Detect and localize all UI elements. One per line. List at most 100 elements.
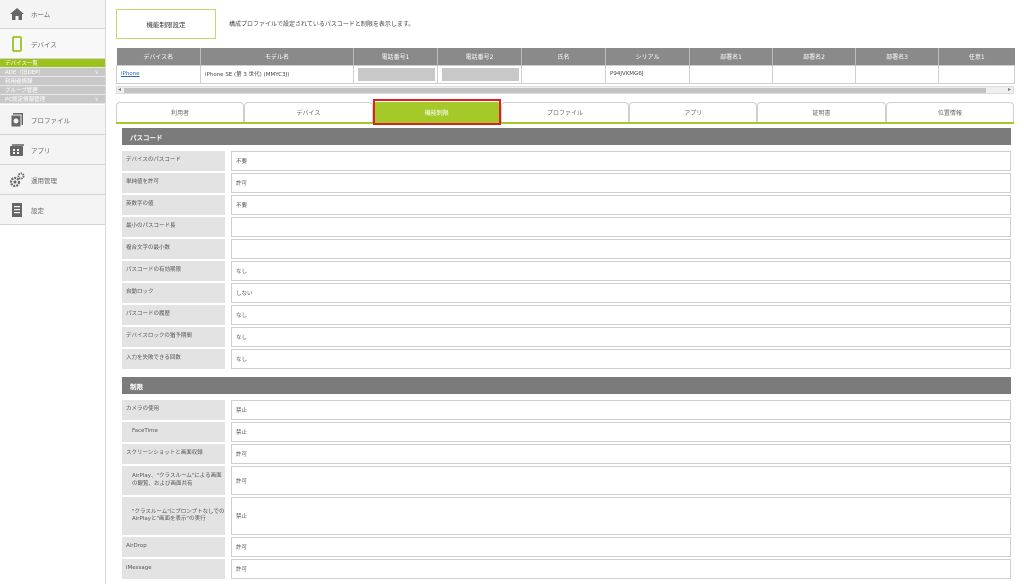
page-description: 構成プロファイルで設定されているパスコードと制限を表示します。 <box>229 21 415 28</box>
list-item: AirDrop 許可 <box>122 537 1011 557</box>
scrollbar-thumb[interactable] <box>124 88 986 93</box>
tab-certificate[interactable]: 証明書 <box>757 102 886 122</box>
setting-value: なし <box>231 327 1011 347</box>
list-item: FaceTime 禁止 <box>122 422 1011 442</box>
profile-icon <box>8 111 26 129</box>
list-item: 自動ロック しない <box>122 283 1011 303</box>
setting-value: 許可 <box>231 537 1011 557</box>
tab-bar: 利用者 デバイス 機能制限 プロファイル アプリ 証明書 位置情報 <box>116 99 1014 125</box>
setting-label: AirDrop <box>122 537 225 557</box>
nav-app-label: アプリ <box>31 146 51 155</box>
setting-label: スクリーンショットと画面収録 <box>122 444 225 464</box>
setting-label: 最小のパスコード長 <box>122 217 225 237</box>
list-item: 入力を失敗できる回数 なし <box>122 349 1011 369</box>
masked-value <box>442 67 519 81</box>
column-header: 氏名 <box>521 48 606 65</box>
masked-value <box>358 67 435 81</box>
document-icon <box>8 201 26 219</box>
device-link[interactable]: iPhone <box>121 71 140 77</box>
column-header: 部署名3 <box>855 48 939 65</box>
list-item: 最小のパスコード長 <box>122 217 1011 237</box>
nav-profile-label: プロファイル <box>31 116 70 125</box>
nav-home[interactable]: ホーム <box>0 0 105 29</box>
nav-operations-label: 運用管理 <box>31 176 57 185</box>
setting-label: "クラスルーム"にプロンプトなしでのAirPlayと"画面を表示"の実行 <box>122 497 225 535</box>
setting-value: 許可 <box>231 466 1011 495</box>
sub-item-ade[interactable]: ADE（旧DEP） ∨ <box>0 68 105 77</box>
list-item: デバイスのパスコード 不要 <box>122 151 1011 171</box>
list-item: "クラスルーム"にプロンプトなしでのAirPlayと"画面を表示"の実行 禁止 <box>122 497 1011 535</box>
nav-app[interactable]: アプリ <box>0 135 105 165</box>
nav-operations[interactable]: 運用管理 <box>0 165 105 195</box>
section-passcode: パスコード <box>122 128 1011 145</box>
name-cell <box>521 64 606 84</box>
list-item: スクリーンショットと画面収録 許可 <box>122 444 1011 464</box>
column-header: シリアル <box>605 48 690 65</box>
setting-label: デバイスのパスコード <box>122 151 225 171</box>
device-table: デバイス名 モデル名 電話番号1 電話番号2 氏名 シリアル 部署名1 部署名2… <box>116 48 1015 84</box>
nav-profile[interactable]: プロファイル <box>0 105 105 135</box>
setting-value: なし <box>231 261 1011 281</box>
setting-value: 許可 <box>231 173 1011 193</box>
sub-item-users[interactable]: 利用者情報 <box>0 77 105 86</box>
scroll-right-icon[interactable]: ▸ <box>1008 86 1011 93</box>
home-icon <box>8 5 26 23</box>
tab-device[interactable]: デバイス <box>244 102 373 122</box>
list-item: 単純値を許可 許可 <box>122 173 1011 193</box>
tab-location[interactable]: 位置情報 <box>885 102 1014 122</box>
device-table-header: デバイス名 モデル名 電話番号1 電話番号2 氏名 シリアル 部署名1 部署名2… <box>116 48 1015 65</box>
nav-home-label: ホーム <box>31 11 51 19</box>
phone1-cell <box>353 64 438 84</box>
sub-item-groups[interactable]: グループ管理 <box>0 86 105 95</box>
nav-settings-label: 設定 <box>31 206 44 215</box>
list-item: iMessage 許可 <box>122 559 1011 579</box>
passcode-rows: デバイスのパスコード 不要 単純値を許可 許可 英数字の値 不要 最小のパスコード長 … <box>122 151 1011 371</box>
nav-device-label: デバイス <box>31 40 57 49</box>
tab-restrictions[interactable]: 機能制限 <box>372 102 501 122</box>
chevron-down-icon: ∨ <box>94 68 99 76</box>
setting-value: 禁止 <box>231 422 1011 442</box>
setting-label: 入力を失敗できる回数 <box>122 349 225 369</box>
setting-value: 許可 <box>231 444 1011 464</box>
page-title: 機能制限設定 <box>116 9 216 39</box>
setting-label: カメラの使用 <box>122 400 225 420</box>
gears-icon <box>8 171 26 189</box>
model-cell: iPhone SE (第 3 世代) (MMYC3J) <box>200 64 354 84</box>
device-name-cell: iPhone <box>116 64 201 84</box>
dept1-cell <box>689 64 773 84</box>
tab-app[interactable]: アプリ <box>629 102 758 122</box>
setting-value: 不要 <box>231 195 1011 215</box>
column-header: モデル名 <box>200 48 354 65</box>
app-icon <box>8 141 26 159</box>
nav-settings[interactable]: 設定 <box>0 195 105 225</box>
nav-device[interactable]: デバイス <box>0 29 105 59</box>
tab-profile[interactable]: プロファイル <box>500 102 630 122</box>
list-item: 複合文字の最小数 <box>122 239 1011 259</box>
setting-label: 英数字の値 <box>122 195 225 215</box>
list-item: デバイスロックの猶予期間 なし <box>122 327 1011 347</box>
column-header: 部署名1 <box>689 48 773 65</box>
list-item: AirPlay、"クラスルーム"による画面の観覧、および画面共有 許可 <box>122 466 1011 495</box>
tab-user[interactable]: 利用者 <box>116 102 245 122</box>
setting-value: 不要 <box>231 151 1011 171</box>
sub-item-pc-info[interactable]: PC既定情報管理 ∨ <box>0 95 105 104</box>
horizontal-scrollbar[interactable]: ◂ ▸ <box>116 86 1014 94</box>
setting-value: なし <box>231 305 1011 325</box>
setting-value: 許可 <box>231 559 1011 579</box>
list-item: 英数字の値 不要 <box>122 195 1011 215</box>
highlight-box: 機能制限 <box>372 99 502 125</box>
dept3-cell <box>855 64 939 84</box>
setting-label: デバイスロックの猶予期間 <box>122 327 225 347</box>
smartphone-icon <box>8 35 26 53</box>
scroll-left-icon[interactable]: ◂ <box>118 86 121 93</box>
section-restrictions: 制限 <box>122 377 1011 394</box>
setting-value: 禁止 <box>231 400 1011 420</box>
setting-value <box>231 239 1011 259</box>
column-header: デバイス名 <box>116 48 201 65</box>
column-header: 任意1 <box>938 48 1015 65</box>
setting-label: FaceTime <box>122 422 225 442</box>
opt1-cell <box>938 64 1015 84</box>
sub-item-device-list[interactable]: デバイス一覧 <box>0 59 105 68</box>
chevron-down-icon: ∨ <box>94 95 99 103</box>
dept2-cell <box>772 64 856 84</box>
